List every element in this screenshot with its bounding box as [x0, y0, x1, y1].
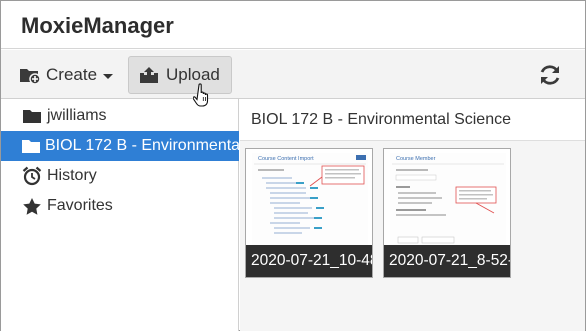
file-preview-image: Course Content Import — [252, 153, 368, 245]
svg-text:Course Content Import: Course Content Import — [258, 156, 314, 162]
title-bar: MoxieManager — [1, 1, 585, 49]
svg-text:Course Member: Course Member — [396, 156, 436, 162]
folder-icon — [21, 136, 41, 156]
sidebar-item-biol-172b[interactable]: BIOL 172 B - Environmental Science — [1, 131, 239, 161]
refresh-icon — [540, 65, 560, 85]
star-icon — [21, 196, 43, 216]
create-button[interactable]: Create — [11, 56, 121, 94]
create-button-label: Create — [46, 65, 98, 84]
hand-cursor-icon — [192, 83, 213, 107]
app-window: MoxieManager Create Upload jwilliams BIO… — [0, 0, 586, 331]
sidebar: jwilliams BIOL 172 B - Environmental Sci… — [1, 99, 239, 331]
upload-button[interactable]: Upload — [128, 56, 232, 94]
file-name: 2020-07-21_8-52-31.png — [384, 245, 510, 277]
sidebar-item-label: Favorites — [47, 197, 113, 214]
folder-plus-icon — [19, 66, 41, 84]
app-title: MoxieManager — [21, 13, 174, 38]
upload-button-label: Upload — [166, 65, 220, 84]
breadcrumb: BIOL 172 B - Environmental Science — [240, 99, 585, 141]
file-thumbnail[interactable]: Course Member 2020-07-21_8-52- — [383, 148, 511, 278]
sidebar-item-label: BIOL 172 B - Environmental Science — [45, 137, 239, 154]
file-browser: BIOL 172 B - Environmental Science Cours… — [240, 99, 585, 331]
sidebar-item-favorites[interactable]: Favorites — [1, 191, 239, 221]
sidebar-item-history[interactable]: History — [1, 161, 239, 191]
chevron-down-icon — [103, 73, 114, 79]
sidebar-item-label: jwilliams — [47, 107, 107, 124]
alarm-clock-icon — [21, 166, 43, 186]
refresh-button[interactable] — [537, 62, 563, 88]
file-name: 2020-07-21_10-48-02.png — [246, 245, 372, 277]
file-grid: Course Content Import 2020-07-21_10-4 Co… — [240, 141, 585, 331]
file-preview-image: Course Member — [390, 153, 506, 245]
sidebar-item-label: History — [47, 167, 97, 184]
upload-box-icon — [139, 66, 159, 84]
folder-icon — [21, 106, 43, 126]
toolbar: Create Upload — [1, 50, 585, 99]
file-thumbnail[interactable]: Course Content Import 2020-07-21_10-4 — [245, 148, 373, 278]
